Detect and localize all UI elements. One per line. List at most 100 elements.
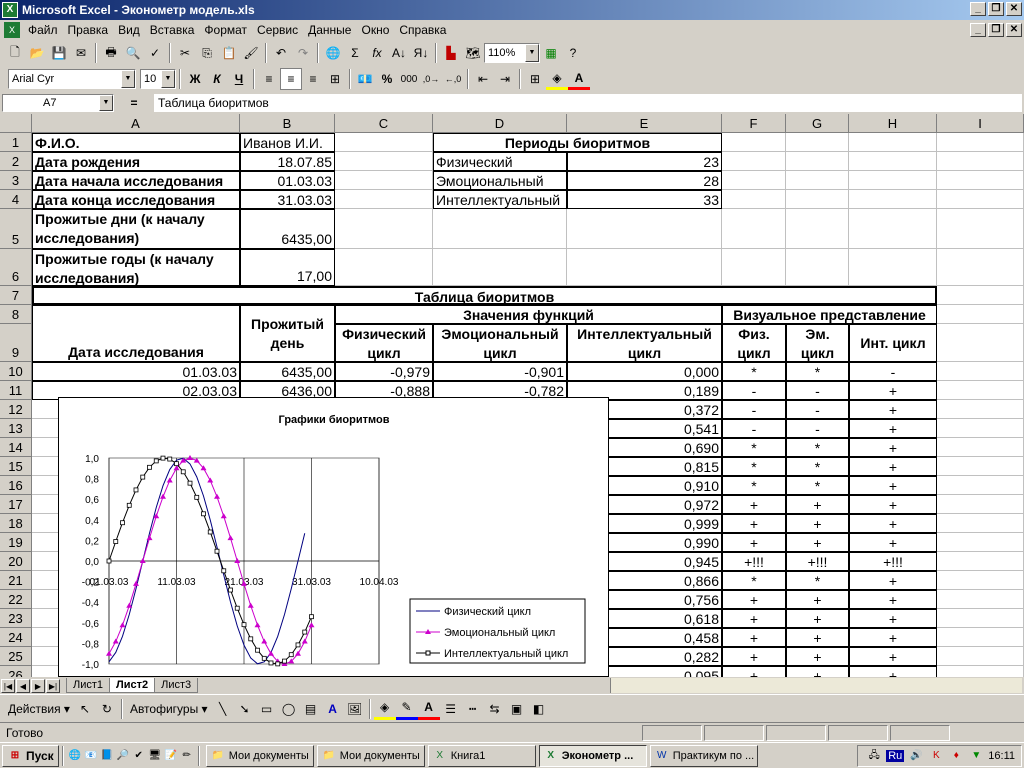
cell-date[interactable]: 01.03.03 (32, 362, 240, 381)
cell-visual-g[interactable]: * (786, 457, 849, 476)
cell-visual-f[interactable]: + (722, 647, 786, 666)
column-header[interactable]: B (240, 114, 335, 133)
cell-day[interactable]: 6435,00 (240, 362, 335, 381)
menu-format[interactable]: Формат (199, 23, 252, 37)
print-icon[interactable]: 🖶 (100, 42, 122, 64)
redo-icon[interactable]: ↷ (292, 42, 314, 64)
cell-visual-h[interactable]: + (849, 419, 937, 438)
cell-header-fiz[interactable]: Физ. цикл (722, 324, 786, 362)
column-header[interactable]: H (849, 114, 937, 133)
doc-restore-button[interactable]: ❐ (988, 23, 1004, 37)
cell-visual-h[interactable]: + (849, 571, 937, 590)
row-header[interactable]: 16 (0, 476, 32, 495)
row-header[interactable]: 19 (0, 533, 32, 552)
cell-visual-h[interactable]: + (849, 476, 937, 495)
cell-days-value[interactable]: 6435,00 (240, 209, 335, 249)
quicklaunch-icon[interactable]: 📘 (99, 748, 115, 764)
cell-visual-f[interactable]: * (722, 571, 786, 590)
taskbar-button-active[interactable]: X Эконометр ... (538, 744, 647, 767)
cell-visual-g[interactable]: - (786, 400, 849, 419)
map-icon[interactable]: 🗺 (462, 42, 484, 64)
cell-visual-h[interactable]: + (849, 609, 937, 628)
next-sheet-icon[interactable]: ▶ (31, 678, 45, 693)
spelling-icon[interactable]: ✓ (144, 42, 166, 64)
column-header[interactable]: A (32, 114, 240, 133)
row-header[interactable]: 3 (0, 171, 32, 190)
row-header[interactable]: 17 (0, 495, 32, 514)
cell-periods-title[interactable]: Периоды биоритмов (433, 133, 722, 152)
cell-visual-h[interactable]: + (849, 438, 937, 457)
free-rotate-icon[interactable]: ↻ (96, 698, 118, 720)
quicklaunch-icon[interactable]: 🌐 (67, 748, 83, 764)
cell-header-phys[interactable]: Физический цикл (335, 324, 433, 362)
decrease-decimal-icon[interactable]: ←,0 (442, 68, 464, 90)
cell-visual-g[interactable]: - (786, 419, 849, 438)
oval-icon[interactable]: ◯ (278, 698, 300, 720)
row-header[interactable]: 12 (0, 400, 32, 419)
cell-period-value[interactable]: 23 (567, 152, 722, 171)
prev-sheet-icon[interactable]: ◀ (16, 678, 30, 693)
quicklaunch-icon[interactable]: 🖥 (147, 748, 163, 764)
cell-visual-g[interactable]: + (786, 628, 849, 647)
sheet-tab-1[interactable]: Лист1 (66, 678, 111, 693)
cell-visual-g[interactable]: - (786, 381, 849, 400)
cell-visual-g[interactable]: + (786, 609, 849, 628)
cell-header-visual[interactable]: Визуальное представление (722, 305, 937, 324)
align-center-icon[interactable]: ≡ (280, 68, 302, 90)
row-header[interactable]: 10 (0, 362, 32, 381)
line-icon[interactable]: ╲ (212, 698, 234, 720)
row-header[interactable]: 1 (0, 133, 32, 152)
undo-icon[interactable]: ↶ (270, 42, 292, 64)
cell-birth-label[interactable]: Дата рождения (32, 152, 240, 171)
arrow-icon[interactable]: ➘ (234, 698, 256, 720)
thousands-button[interactable]: 000 (398, 68, 420, 90)
row-header[interactable]: 5 (0, 209, 32, 249)
font-select[interactable]: Arial Cyr ▼ (8, 69, 136, 89)
select-objects-icon[interactable]: ↖ (74, 698, 96, 720)
borders-icon[interactable]: ⊞ (524, 68, 546, 90)
biorhythm-chart[interactable]: Графики биоритмов01.03.0311.03.0321.03.0… (58, 397, 609, 677)
cell-visual-h[interactable]: + (849, 666, 937, 677)
underline-button[interactable]: Ч (228, 68, 250, 90)
restore-button[interactable]: ❐ (988, 2, 1004, 16)
cell-start-label[interactable]: Дата начала исследования (32, 171, 240, 190)
cell-period-name[interactable]: Эмоциональный (433, 171, 567, 190)
cell-header-values[interactable]: Значения функций (335, 305, 722, 324)
cell-header-int[interactable]: Интеллектуальный цикл (567, 324, 722, 362)
cell-visual-h[interactable]: + (849, 590, 937, 609)
copy-icon[interactable]: ⎘ (196, 42, 218, 64)
cell-visual-g[interactable]: * (786, 362, 849, 381)
cell-years-value[interactable]: 17,00 (240, 249, 335, 286)
select-all-corner[interactable] (0, 114, 32, 133)
cell-visual-g[interactable]: + (786, 495, 849, 514)
shadow-icon[interactable]: ▣ (506, 698, 528, 720)
cell-visual-f[interactable]: * (722, 362, 786, 381)
bold-button[interactable]: Ж (184, 68, 206, 90)
cell-visual-f[interactable]: + (722, 533, 786, 552)
help-icon[interactable]: ? (562, 42, 584, 64)
cell-end-label[interactable]: Дата конца исследования (32, 190, 240, 209)
row-header[interactable]: 22 (0, 590, 32, 609)
wordart-icon[interactable]: A (322, 698, 344, 720)
zoom-select[interactable]: 110% ▼ (484, 43, 540, 63)
cell-visual-h[interactable]: + (849, 495, 937, 514)
increase-indent-icon[interactable]: ⇥ (494, 68, 516, 90)
font-color-icon[interactable]: A (568, 68, 590, 90)
taskbar-button[interactable]: X Книга1 (427, 744, 536, 767)
row-header[interactable]: 21 (0, 571, 32, 590)
draw-fill-color-icon[interactable]: ◈ (373, 698, 396, 720)
paste-icon[interactable]: 📋 (218, 42, 240, 64)
decrease-indent-icon[interactable]: ⇤ (472, 68, 494, 90)
row-header[interactable]: 23 (0, 609, 32, 628)
row-header[interactable]: 13 (0, 419, 32, 438)
row-header[interactable]: 14 (0, 438, 32, 457)
cell-visual-h[interactable]: + (849, 381, 937, 400)
taskbar-button[interactable]: W Практикум по ... (649, 744, 758, 767)
doc-minimize-button[interactable]: _ (970, 23, 986, 37)
preview-icon[interactable]: 🔍 (122, 42, 144, 64)
textbox-icon[interactable]: ▤ (300, 698, 322, 720)
row-header[interactable]: 2 (0, 152, 32, 171)
increase-decimal-icon[interactable]: ,0→ (420, 68, 442, 90)
row-header[interactable]: 25 (0, 647, 32, 666)
formula-equals[interactable]: = (114, 96, 154, 110)
